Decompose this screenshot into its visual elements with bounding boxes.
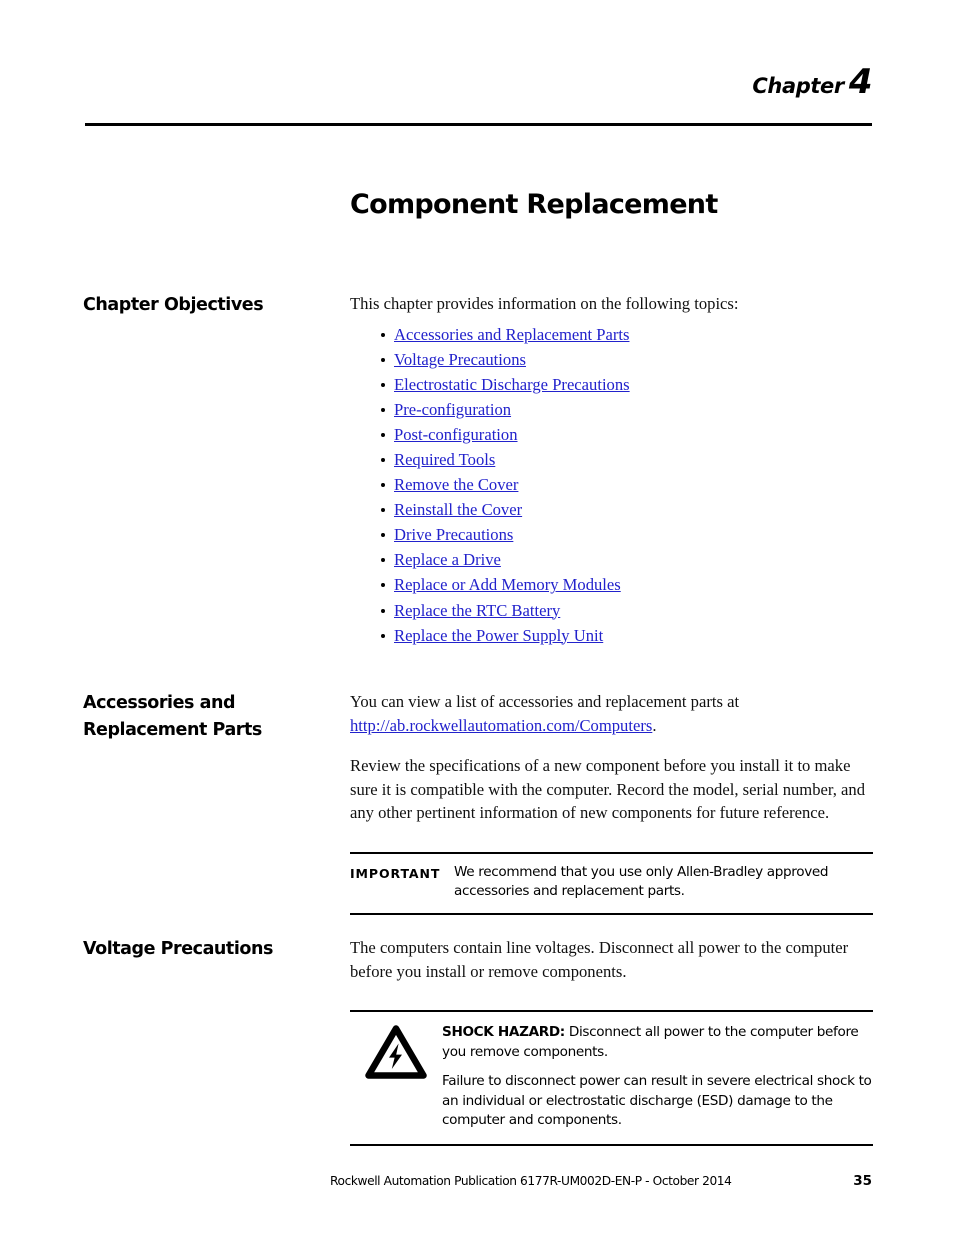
section-heading-voltage: Voltage Precautions	[83, 939, 273, 959]
list-item: Required Tools	[350, 447, 873, 472]
objectives-intro: This chapter provides information on the…	[350, 294, 739, 313]
shock-hazard-line2: Failure to disconnect power can result i…	[442, 1073, 872, 1128]
objective-link-6[interactable]: Remove the Cover	[394, 475, 518, 494]
objective-link-8[interactable]: Drive Precautions	[394, 525, 513, 544]
important-text: We recommend that you use only Allen-Bra…	[454, 863, 829, 900]
list-item: Remove the Cover	[350, 472, 873, 497]
accessories-url-link[interactable]: http://ab.rockwellautomation.com/Compute…	[350, 716, 652, 735]
shock-hazard-callout: SHOCK HAZARD: Disconnect all power to th…	[350, 1010, 873, 1146]
section-body-accessories: You can view a list of accessories and r…	[350, 690, 873, 915]
list-item: Replace the RTC Battery	[350, 598, 873, 623]
section-body-voltage: The computers contain line voltages. Dis…	[350, 936, 873, 1146]
chapter-number: 4	[848, 62, 873, 102]
shock-hazard-title: SHOCK HAZARD:	[442, 1024, 565, 1040]
accessories-text-before-link: You can view a list of accessories and r…	[350, 692, 740, 711]
objective-link-7[interactable]: Reinstall the Cover	[394, 500, 522, 519]
list-item: Post-configuration	[350, 422, 873, 447]
chapter-label: Chapter	[752, 74, 844, 98]
list-item: Pre-configuration	[350, 397, 873, 422]
list-item: Voltage Precautions	[350, 347, 873, 372]
shock-hazard-text-container: SHOCK HAZARD: Disconnect all power to th…	[442, 1023, 873, 1131]
accessories-text-after-link: .	[652, 715, 657, 735]
list-item: Replace the Power Supply Unit	[350, 623, 873, 648]
accessories-paragraph-2: Review the specifications of a new compo…	[350, 756, 865, 822]
objective-link-5[interactable]: Required Tools	[394, 450, 495, 469]
objective-link-4[interactable]: Post-configuration	[394, 425, 518, 444]
objective-link-9[interactable]: Replace a Drive	[394, 550, 501, 569]
footer-publication: Rockwell Automation Publication 6177R-UM…	[330, 1174, 732, 1188]
page-footer: Rockwell Automation Publication 6177R-UM…	[330, 1173, 872, 1189]
accessories-paragraph-1: You can view a list of accessories and r…	[350, 690, 873, 737]
section-body-chapter-objectives: This chapter provides information on the…	[350, 292, 873, 648]
objective-link-10[interactable]: Replace or Add Memory Modules	[394, 575, 621, 594]
objective-link-12[interactable]: Replace the Power Supply Unit	[394, 626, 603, 645]
objective-link-3[interactable]: Pre-configuration	[394, 400, 511, 419]
objective-link-11[interactable]: Replace the RTC Battery	[394, 601, 560, 620]
footer-page-number: 35	[853, 1173, 872, 1189]
list-item: Replace a Drive	[350, 547, 873, 572]
header-divider	[85, 123, 872, 126]
objective-link-2[interactable]: Electrostatic Discharge Precautions	[394, 375, 630, 394]
important-callout: IMPORTANT We recommend that you use only…	[350, 851, 873, 915]
important-label: IMPORTANT	[350, 865, 441, 881]
list-item: Replace or Add Memory Modules	[350, 572, 873, 597]
voltage-paragraph-1: The computers contain line voltages. Dis…	[350, 938, 849, 981]
list-item: Drive Precautions	[350, 522, 873, 547]
page-title: Component Replacement	[350, 189, 718, 221]
section-heading-chapter-objectives: Chapter Objectives	[83, 295, 264, 315]
section-heading-accessories: Accessories and Replacement Parts	[83, 693, 262, 740]
important-text-container: We recommend that you use only Allen-Bra…	[454, 863, 873, 902]
shock-hazard-primary: SHOCK HAZARD: Disconnect all power to th…	[442, 1023, 873, 1062]
objectives-link-list: Accessories and Replacement Parts Voltag…	[350, 322, 873, 648]
list-item: Electrostatic Discharge Precautions	[350, 372, 873, 397]
chapter-header: Chapter 4	[85, 62, 872, 102]
list-item: Reinstall the Cover	[350, 497, 873, 522]
objective-link-1[interactable]: Voltage Precautions	[394, 350, 526, 369]
objective-link-0[interactable]: Accessories and Replacement Parts	[394, 325, 629, 344]
shock-hazard-icon	[350, 1023, 442, 1080]
list-item: Accessories and Replacement Parts	[350, 322, 873, 347]
